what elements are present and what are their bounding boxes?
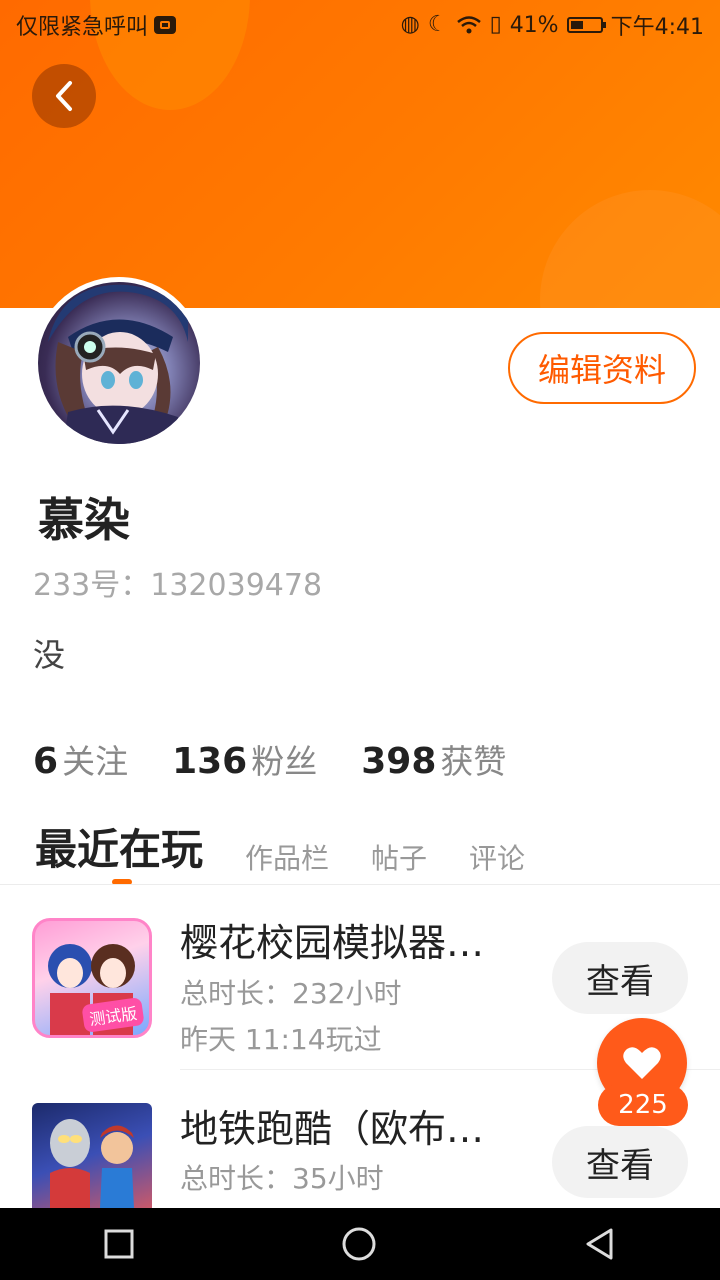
divider <box>0 884 720 885</box>
stat-followers[interactable]: 136 粉丝 <box>172 735 317 783</box>
recent-apps-icon[interactable] <box>103 1228 135 1260</box>
banner-decoration <box>540 190 720 308</box>
wifi-icon <box>456 16 481 34</box>
avatar-image <box>38 282 200 444</box>
profile-header-banner: 仅限紧急呼叫 ◍ ☾ ▯ 41% 下午4:41 <box>0 0 720 308</box>
sim-alert-icon: ▯ <box>489 12 502 37</box>
play-duration: 总时长：232小时 <box>180 977 402 1010</box>
heart-icon <box>623 1047 661 1079</box>
tab-posts[interactable]: 帖子 <box>371 837 427 883</box>
stat-value: 6 <box>33 741 59 782</box>
bio: 没 <box>33 636 66 674</box>
tab-recently-played[interactable]: 最近在玩 <box>35 816 203 883</box>
last-played: 昨天 11:14玩过 <box>180 1023 382 1056</box>
stats-row: 6 关注 136 粉丝 398 获赞 <box>33 735 506 783</box>
edit-profile-button[interactable]: 编辑资料 <box>508 332 696 404</box>
back-triangle-icon[interactable] <box>583 1227 617 1261</box>
username: 慕染 <box>38 493 130 547</box>
tab-works[interactable]: 作品栏 <box>245 837 329 883</box>
game-title[interactable]: 地铁跑酷（欧布… <box>180 1098 520 1153</box>
game-icon[interactable] <box>32 1103 152 1223</box>
back-button[interactable] <box>32 64 96 128</box>
stat-label: 获赞 <box>440 742 507 781</box>
stat-value: 398 <box>361 741 437 782</box>
user-id: 233号：132039478 <box>33 568 323 603</box>
clock: 下午4:41 <box>610 15 704 40</box>
game-icon[interactable]: 测试版 <box>32 918 152 1038</box>
play-duration: 总时长：35小时 <box>180 1162 384 1195</box>
profile-tabs: 最近在玩 作品栏 帖子 评论 <box>35 816 525 883</box>
stat-following[interactable]: 6 关注 <box>33 735 128 783</box>
chevron-left-icon <box>56 81 72 111</box>
like-count: 225 <box>598 1084 688 1126</box>
stat-value: 136 <box>172 741 248 782</box>
carrier-text: 仅限紧急呼叫 <box>16 15 149 40</box>
home-icon[interactable] <box>341 1226 377 1262</box>
stat-likes[interactable]: 398 获赞 <box>361 735 506 783</box>
anime-character-illustration <box>48 284 188 444</box>
view-button[interactable]: 查看 <box>552 942 688 1014</box>
avatar[interactable] <box>33 277 205 449</box>
game-title[interactable]: 樱花校园模拟器… <box>180 912 520 967</box>
system-nav-bar <box>0 1208 720 1280</box>
battery-percent: 41% <box>509 12 559 38</box>
view-button[interactable]: 查看 <box>552 1126 688 1198</box>
screen-record-icon <box>154 16 177 34</box>
game-cover-illustration <box>50 1119 134 1208</box>
moon-icon: ☾ <box>427 12 448 37</box>
stat-label: 粉丝 <box>251 742 318 781</box>
data-saver-icon: ◍ <box>400 12 420 37</box>
status-bar: 仅限紧急呼叫 ◍ ☾ ▯ 41% 下午4:41 <box>0 0 720 50</box>
tab-comments[interactable]: 评论 <box>469 837 525 883</box>
battery-icon <box>566 17 606 33</box>
stat-label: 关注 <box>62 742 129 781</box>
